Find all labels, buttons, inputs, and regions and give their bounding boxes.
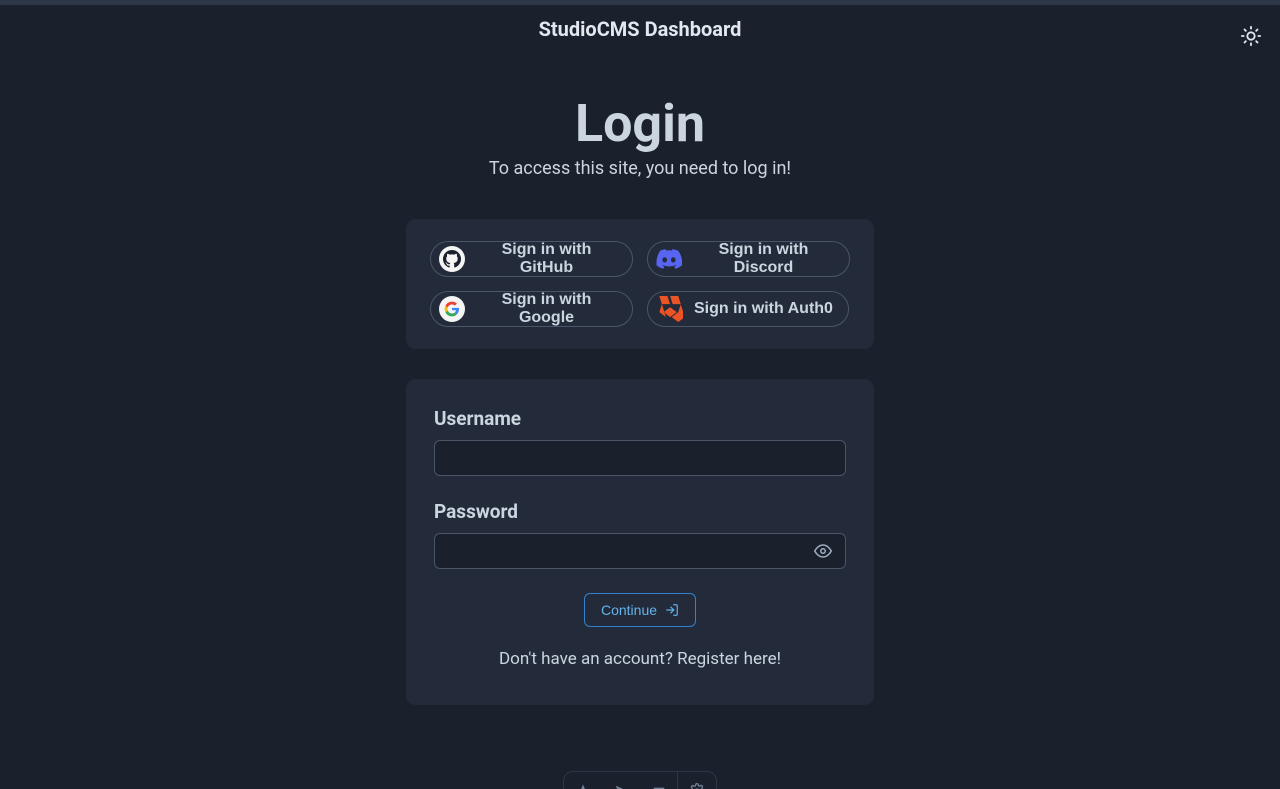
dev-toolbar (563, 771, 717, 789)
github-icon (439, 246, 465, 272)
register-link[interactable]: Register here! (677, 649, 781, 669)
login-subtitle: To access this site, you need to log in! (489, 158, 791, 179)
rocket-icon (575, 783, 591, 789)
auth0-icon (656, 296, 684, 322)
toolbar-settings-button[interactable] (678, 772, 716, 789)
toggle-password-visibility-button[interactable] (810, 538, 836, 564)
cursor-icon (613, 783, 629, 789)
continue-button[interactable]: Continue (584, 593, 696, 627)
oauth-providers-card: Sign in with GitHub Sign in with Discord… (406, 219, 874, 349)
signin-google-button[interactable]: Sign in with Google (430, 291, 633, 327)
google-button-label: Sign in with Google (475, 291, 618, 327)
login-icon (665, 603, 679, 617)
page-title: StudioCMS Dashboard (539, 17, 742, 41)
toolbar-audit-button[interactable] (640, 772, 678, 789)
username-label: Username (434, 407, 846, 430)
login-heading: Login (575, 93, 705, 154)
password-input[interactable] (434, 533, 846, 569)
eye-icon (814, 542, 832, 560)
toolbar-inspect-button[interactable] (602, 772, 640, 789)
toolbar-astro-button[interactable] (564, 772, 602, 789)
register-prompt: Don't have an account? Register here! (434, 649, 846, 669)
gear-icon (689, 783, 705, 789)
discord-icon (656, 249, 682, 269)
signin-github-button[interactable]: Sign in with GitHub (430, 241, 633, 277)
password-label: Password (434, 500, 846, 523)
login-form-card: Username Password Continue (406, 379, 874, 705)
register-prefix: Don't have an account? (499, 649, 677, 669)
signin-auth0-button[interactable]: Sign in with Auth0 (647, 291, 849, 327)
signin-discord-button[interactable]: Sign in with Discord (647, 241, 850, 277)
continue-button-label: Continue (601, 602, 657, 618)
username-input[interactable] (434, 440, 846, 476)
auth0-button-label: Sign in with Auth0 (694, 300, 833, 318)
sun-icon (1240, 25, 1262, 47)
theme-toggle-button[interactable] (1240, 25, 1262, 47)
list-icon (651, 783, 667, 789)
github-button-label: Sign in with GitHub (475, 241, 618, 277)
google-icon (439, 296, 465, 322)
discord-button-label: Sign in with Discord (692, 241, 835, 277)
